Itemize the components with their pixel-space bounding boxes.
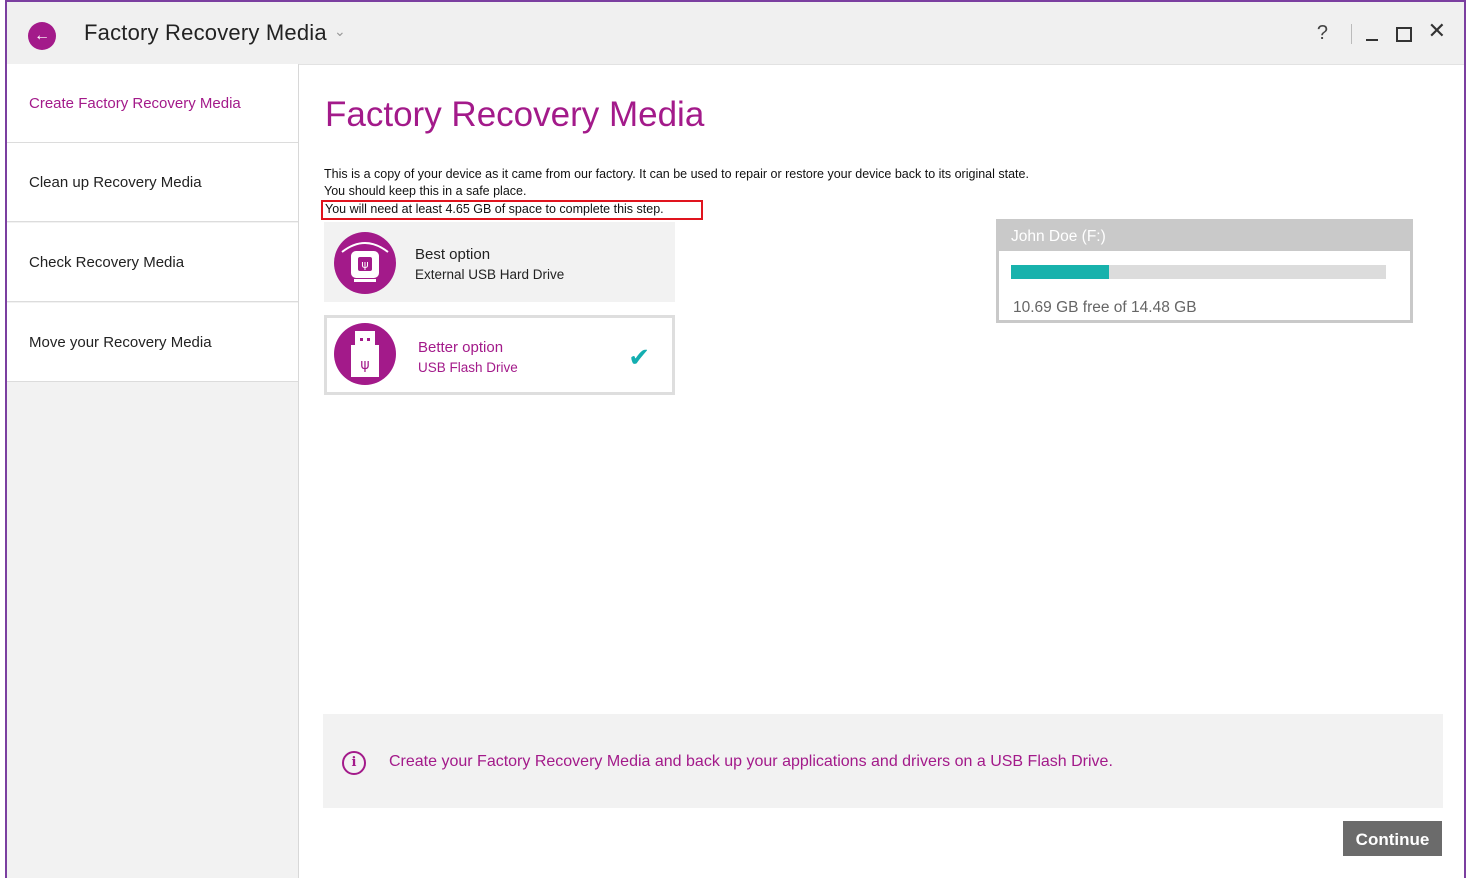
page-title: Factory Recovery Media — [325, 95, 705, 134]
sidebar-item-check[interactable]: Check Recovery Media — [7, 223, 298, 302]
close-icon[interactable]: ✕ — [1428, 18, 1446, 44]
option-external-hard-drive[interactable]: ψ Best option External USB Hard Drive — [324, 222, 675, 302]
option-title: Best option — [415, 246, 491, 263]
title-separator — [1351, 24, 1352, 44]
minimize-icon[interactable] — [1366, 39, 1378, 41]
svg-text:ψ: ψ — [361, 258, 368, 271]
chevron-down-icon[interactable]: ⌄ — [334, 23, 346, 40]
sidebar-item-label: Create Factory Recovery Media — [29, 95, 241, 112]
sidebar-item-label: Check Recovery Media — [29, 254, 185, 271]
drive-name: John Doe (F:) — [999, 222, 1410, 251]
hard-drive-icon: ψ — [334, 232, 396, 294]
sidebar-item-move[interactable]: Move your Recovery Media — [7, 303, 298, 382]
app-title: Factory Recovery Media — [84, 20, 327, 45]
sidebar-item-clean-up[interactable]: Clean up Recovery Media — [7, 143, 298, 222]
info-banner: i Create your Factory Recovery Media and… — [323, 714, 1443, 808]
sidebar: Create Factory Recovery Media Clean up R… — [7, 64, 299, 878]
checkmark-icon: ✔ — [628, 342, 650, 372]
sidebar-item-label: Clean up Recovery Media — [29, 174, 202, 191]
drive-usage-fill — [1011, 265, 1110, 279]
option-usb-flash-drive[interactable]: ψ Better option USB Flash Drive ✔ — [324, 315, 675, 395]
svg-text:ψ: ψ — [360, 357, 369, 373]
maximize-icon[interactable] — [1396, 27, 1412, 42]
option-subtitle: USB Flash Drive — [418, 360, 518, 375]
usb-flash-icon: ψ — [334, 323, 396, 385]
info-icon: i — [342, 751, 366, 775]
back-arrow-icon[interactable]: ← — [28, 22, 56, 50]
description-line: You should keep this in a safe place. — [324, 184, 527, 198]
continue-button[interactable]: Continue — [1343, 821, 1442, 856]
drive-free-space: 10.69 GB free of 14.48 GB — [1013, 299, 1197, 316]
highlight-box — [321, 200, 703, 220]
sidebar-item-create[interactable]: Create Factory Recovery Media — [7, 64, 298, 143]
option-title: Better option — [418, 339, 504, 356]
description-line: This is a copy of your device as it came… — [324, 167, 1029, 181]
help-button[interactable]: ? — [1317, 22, 1328, 45]
title-bar: ← Factory Recovery Media ⌄ ? ✕ — [7, 2, 1464, 65]
drive-card: John Doe (F:) 10.69 GB free of 14.48 GB — [996, 219, 1413, 323]
drive-usage-bar — [1011, 265, 1386, 279]
sidebar-item-label: Move your Recovery Media — [29, 334, 212, 351]
info-text: Create your Factory Recovery Media and b… — [389, 753, 1113, 770]
option-subtitle: External USB Hard Drive — [415, 267, 565, 282]
